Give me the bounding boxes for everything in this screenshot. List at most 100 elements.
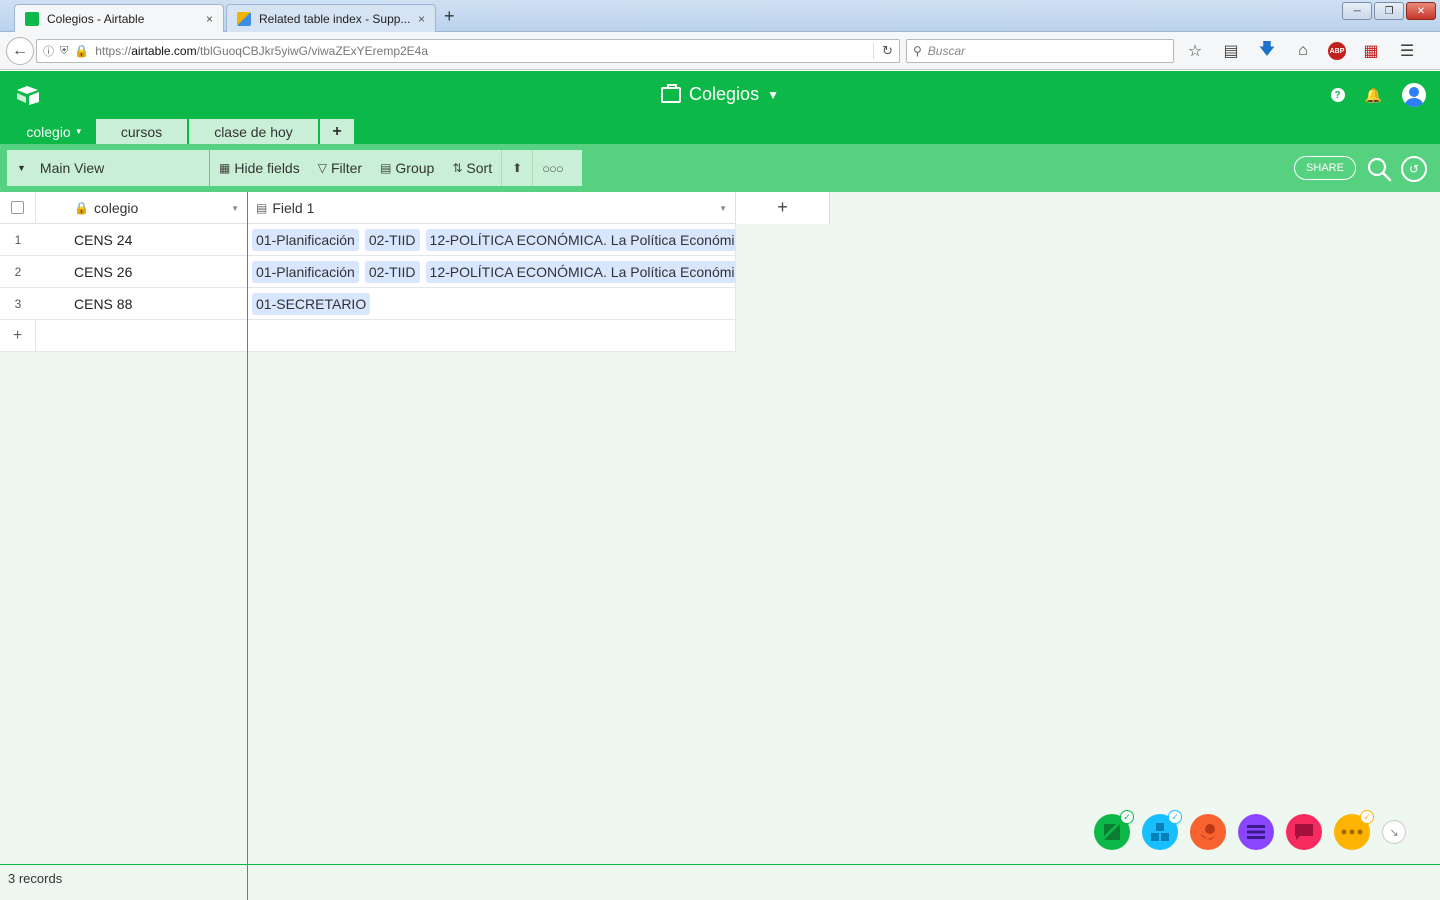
- share-button[interactable]: SHARE: [1294, 156, 1356, 180]
- record-count: 3 records: [8, 871, 63, 886]
- linked-record-chip[interactable]: 02-TIID: [364, 228, 420, 251]
- close-tab-icon[interactable]: ×: [206, 12, 213, 26]
- grid-blocks-icon: [1151, 823, 1169, 841]
- table-tab-label: clase de hoy: [214, 123, 293, 140]
- table-tab-colegio[interactable]: colegio ▼: [14, 119, 95, 144]
- chevron-down-icon[interactable]: ▼: [719, 204, 727, 213]
- shield-icon[interactable]: ⛨: [60, 45, 68, 58]
- search-icon: ⚲: [913, 44, 922, 58]
- linked-record-chip[interactable]: 12-POLÍTICA ECONÓMICA. La Política Econó…: [425, 260, 735, 283]
- primary-cell[interactable]: CENS 26: [36, 264, 132, 280]
- base-title[interactable]: Colegios ▼: [0, 83, 1440, 105]
- footer-divider: [247, 865, 248, 900]
- view-name: Main View: [39, 160, 105, 176]
- restore-button[interactable]: ❐: [1374, 2, 1404, 20]
- table-row[interactable]: 3 CENS 88: [0, 288, 247, 320]
- lock-icon: 🔒: [74, 44, 90, 58]
- sort-button[interactable]: ⇅ Sort: [443, 150, 501, 186]
- map-block-button[interactable]: [1190, 814, 1226, 850]
- new-tab-button[interactable]: +: [444, 6, 455, 27]
- table-row[interactable]: 2 CENS 26: [0, 256, 247, 288]
- collapse-blocks-icon[interactable]: ↘: [1382, 820, 1406, 844]
- table-row-links[interactable]: 01-Planificación 02-TIID 12-POLÍTICA ECO…: [248, 224, 736, 256]
- minimize-button[interactable]: ─: [1342, 2, 1372, 20]
- reading-list-icon[interactable]: ▤: [1220, 40, 1242, 62]
- browser-tab-active[interactable]: Colegios - Airtable ×: [14, 4, 224, 32]
- table-row-links[interactable]: 01-Planificación 02-TIID 12-POLÍTICA ECO…: [248, 256, 736, 288]
- more-blocks-button[interactable]: ✓: [1334, 810, 1374, 850]
- menu-hamburger-icon[interactable]: ☰: [1396, 40, 1418, 62]
- view-toolbar: ▦ Hide fields ▽ Filter ▤ Group ⇅ Sort ⬆ …: [210, 150, 582, 186]
- base-name: Colegios: [689, 84, 760, 104]
- chevron-down-icon[interactable]: ▼: [231, 204, 239, 213]
- table-row-links[interactable]: 01-SECRETARIO: [248, 288, 736, 320]
- map-icon: [1200, 824, 1216, 840]
- url-domain: airtable.com: [131, 44, 197, 58]
- address-bar[interactable]: ⓘ ⛨ 🔒 https://airtable.com/tblGuoqCBJkr5…: [36, 39, 900, 63]
- add-record-button[interactable]: +: [0, 319, 36, 352]
- briefcase-icon: [661, 83, 682, 103]
- table-row[interactable]: 1 CENS 24: [0, 224, 247, 256]
- add-record-row[interactable]: +: [0, 319, 247, 352]
- table-tab-clase-de-hoy[interactable]: clase de hoy: [189, 119, 319, 144]
- add-table-button[interactable]: +: [320, 119, 354, 144]
- linked-records: 01-Planificación 02-TIID 12-POLÍTICA ECO…: [248, 228, 735, 251]
- table-tab-cursos[interactable]: cursos: [96, 119, 188, 144]
- avatar[interactable]: [1402, 83, 1426, 107]
- linked-record-chip[interactable]: 02-TIID: [364, 260, 420, 283]
- extension-icon[interactable]: ▦: [1360, 40, 1382, 62]
- linked-record-chip[interactable]: 12-POLÍTICA ECONÓMICA. La Política Econó…: [425, 228, 735, 251]
- back-arrow-icon[interactable]: ←: [6, 37, 34, 65]
- filter-button[interactable]: ▽ Filter: [309, 150, 371, 186]
- notification-bell-icon[interactable]: 🔔: [1365, 87, 1382, 104]
- select-all-checkbox[interactable]: [11, 201, 24, 214]
- group-label: Group: [395, 160, 435, 176]
- tab-title: Colegios - Airtable: [47, 11, 145, 26]
- help-icon[interactable]: ?: [1330, 88, 1345, 102]
- column-header-field-1[interactable]: ▤ Field 1 ▼: [248, 191, 736, 224]
- browser-navbar: ← ⓘ ⛨ 🔒 https://airtable.com/tblGuoqCBJk…: [0, 32, 1440, 70]
- browser-tab-inactive[interactable]: Related table index - Supp... ×: [226, 4, 436, 32]
- search-icon[interactable]: [1366, 156, 1392, 182]
- close-window-button[interactable]: ✕: [1406, 2, 1436, 20]
- url-protocol: https://: [95, 44, 132, 58]
- comment-block-button[interactable]: [1286, 814, 1322, 850]
- hide-fields-button[interactable]: ▦ Hide fields: [210, 150, 309, 186]
- sort-icon: ⇅: [452, 161, 463, 175]
- select-all-cell[interactable]: [0, 191, 36, 224]
- primary-cell[interactable]: CENS 88: [36, 296, 132, 312]
- close-tab-icon[interactable]: ×: [418, 12, 425, 26]
- app-header: Colegios ▼ ? 🔔: [0, 71, 1440, 119]
- list-block-button[interactable]: [1238, 814, 1274, 850]
- bookmark-star-icon[interactable]: ☆: [1184, 40, 1206, 62]
- history-icon[interactable]: ↺: [1401, 156, 1427, 182]
- add-field-button[interactable]: +: [736, 191, 830, 224]
- add-record-row-right[interactable]: [248, 320, 736, 352]
- group-button[interactable]: ▤ Group: [371, 150, 443, 186]
- adblock-icon[interactable]: ABP: [1328, 42, 1346, 60]
- linked-record-chip[interactable]: 01-Planificación: [252, 228, 359, 251]
- linked-record-chip[interactable]: 01-Planificación: [252, 260, 359, 283]
- grid-view: 🔒 colegio ▼ ▤ Field 1 ▼ + 1 CENS 24 01-P…: [0, 191, 1440, 864]
- upload-icon: ⬆: [512, 161, 523, 175]
- filter-label: Filter: [330, 160, 363, 176]
- row-number: 3: [14, 296, 22, 311]
- primary-cell[interactable]: CENS 24: [36, 232, 132, 248]
- column-header-colegio[interactable]: 🔒 colegio ▼: [36, 192, 247, 224]
- share-view-icon[interactable]: ⬆: [501, 150, 532, 186]
- chart-block-button[interactable]: ✓: [1094, 810, 1134, 850]
- browser-search-input[interactable]: ⚲ Buscar: [906, 39, 1174, 63]
- chart-icon: [1104, 824, 1120, 840]
- download-icon[interactable]: 🡇: [1256, 40, 1278, 62]
- comment-icon: [1295, 824, 1313, 840]
- blocks-launcher: ✓ ✓ ✓ ↘: [1094, 810, 1406, 850]
- url-path: /tblGuoqCBJkr5yiwG/viwaZExYEremp2E4a: [196, 44, 429, 58]
- linked-record-chip[interactable]: 01-SECRETARIO: [252, 292, 371, 315]
- view-switcher[interactable]: ▼ Main View: [7, 150, 209, 186]
- apps-block-button[interactable]: ✓: [1142, 810, 1182, 850]
- home-icon[interactable]: ⌂: [1292, 40, 1314, 62]
- chevron-down-icon: ▼: [17, 163, 26, 173]
- reload-icon[interactable]: ↻: [873, 43, 893, 59]
- info-icon[interactable]: ⓘ: [43, 43, 54, 59]
- more-options-icon[interactable]: ○○○: [532, 150, 572, 186]
